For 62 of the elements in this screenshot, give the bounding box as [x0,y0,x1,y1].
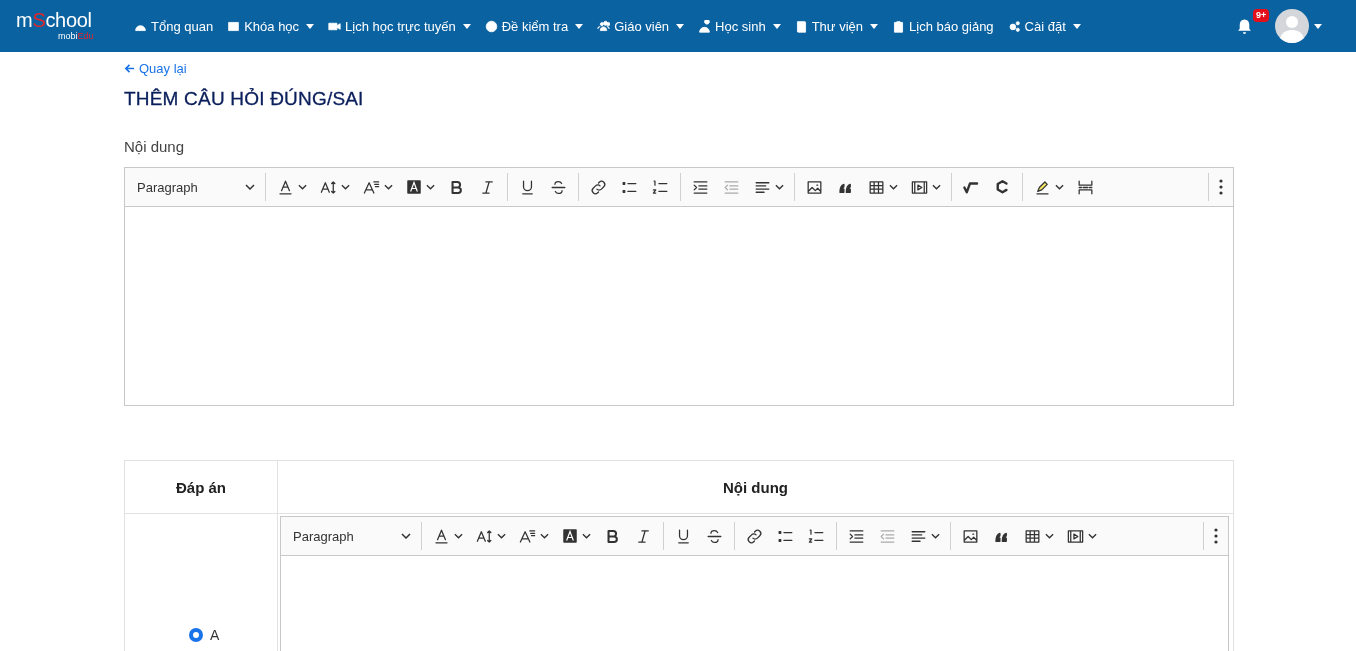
chevron-down-icon [245,184,255,190]
font-bg-icon [561,527,579,545]
chevron-down-icon [298,184,307,190]
font-bg-icon [405,178,423,196]
caret-icon [870,23,878,29]
column-header: Đáp án [124,460,278,514]
chevron-down-icon [401,533,411,539]
user-icon [698,19,712,33]
logo[interactable]: mSchool mobiEdu [16,10,118,42]
font-color-icon [432,526,451,546]
link-icon [589,177,608,197]
chevron-down-icon [1055,184,1064,190]
users-icon [597,19,611,33]
field-label: Nội dung [124,138,186,155]
caret-icon [676,23,685,29]
caret-icon [462,23,471,29]
nav-menu-item[interactable]: Đề kiểm tra [484,18,584,34]
nav-menu-item[interactable]: Tổng quan [134,18,214,34]
chevron-down-icon [497,533,506,539]
nav-menu-item[interactable]: Giáo viên [597,18,685,34]
chevron-down-icon [775,184,784,190]
paragraph-format-dropdown[interactable]: Paragraph [287,528,417,544]
nav-menu-item[interactable]: Khóa học [227,18,315,34]
more-vertical-icon [1214,528,1218,544]
page-title: THÊM CÂU HỎI ĐÚNG/SAI [124,88,365,110]
logo-subtitle: mobiEdu [58,30,94,42]
chevron-down-icon [889,184,898,190]
nav-menu-item[interactable]: Học sinh [698,18,781,34]
nav-menu-item[interactable]: Lịch học trực tuyến [328,18,471,34]
clipboard-icon [892,19,905,33]
nav-menu-item[interactable]: Lịch báo giảng [892,18,994,34]
avatar-icon [1275,9,1309,43]
back-link[interactable]: Quay lại [124,61,187,76]
chevron-down-icon [426,184,435,190]
arrow-left-icon [124,63,135,74]
chevron-down-icon [1088,533,1097,539]
caret-icon [772,23,781,29]
nav-menu-item[interactable]: Thư viện [794,18,878,34]
logo-title: mSchool [16,10,92,30]
bell-icon [1236,17,1253,35]
chevron-down-icon [384,184,393,190]
link-icon [745,526,764,546]
more-vertical-icon [1219,179,1223,195]
chevron-down-icon [582,533,591,539]
notification-button[interactable] [1236,17,1253,35]
chevron-down-icon [932,184,941,190]
answer-label: A [210,627,220,643]
chevron-down-icon [1045,533,1054,539]
column-header: Nội dung [277,460,1234,514]
paragraph-format-dropdown[interactable]: Paragraph [131,179,261,195]
caret-icon [1072,23,1081,29]
profile-menu[interactable] [1275,9,1322,43]
chevron-down-icon [540,533,549,539]
font-color-icon [276,177,295,197]
radio-button[interactable] [189,628,203,642]
caret-icon [306,23,315,29]
notification-badge: 9+ [1253,8,1270,22]
chevron-down-icon [341,184,350,190]
nav-menu-item[interactable]: Cài đặt [1007,18,1081,34]
chevron-down-icon [931,533,940,539]
chevron-down-icon [454,533,463,539]
caret-icon [575,23,584,29]
